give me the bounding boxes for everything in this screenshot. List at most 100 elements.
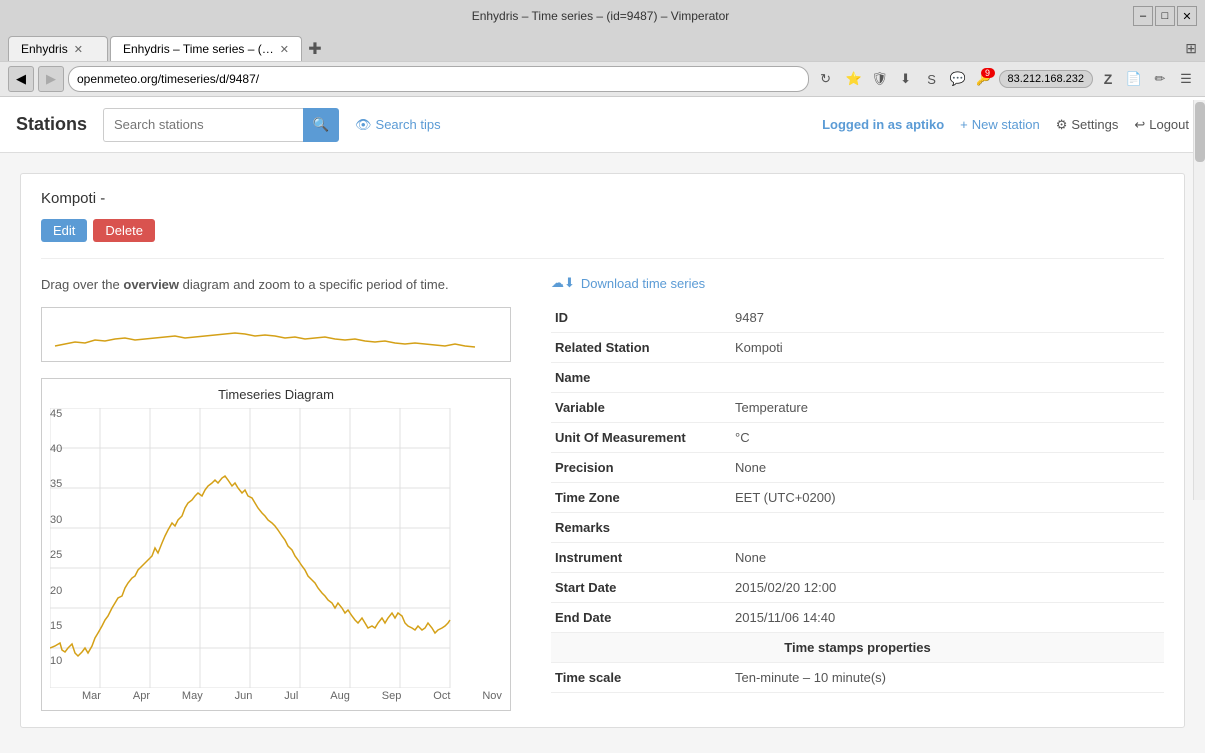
label-variable: Variable [551, 393, 731, 423]
extension-icon[interactable]: ✏ [1149, 68, 1171, 90]
new-tab-button[interactable]: ✚ [304, 38, 326, 60]
delete-button[interactable]: Delete [93, 219, 155, 242]
label-time-scale: Time scale [551, 663, 731, 693]
y-axis-labels: 45 40 35 30 25 20 15 10 [50, 408, 78, 668]
skype-icon[interactable]: S [921, 68, 943, 90]
address-bar: ◀ ▶ ↻ ⭐ 🛡 ⬇ S 💬 🔑 9 83.212.168.232 Z 📄 ✏… [0, 61, 1205, 96]
drag-hint-suffix: diagram and zoom to a specific period of… [179, 277, 449, 292]
table-row: Instrument None [551, 543, 1164, 573]
tab-bar: Enhydris ✕ Enhydris – Time series – (… ✕… [0, 32, 1205, 61]
x-label-apr: Apr [133, 690, 150, 702]
scrollbar[interactable] [1193, 100, 1205, 500]
app-title: Stations [16, 114, 87, 135]
minimize-button[interactable]: – [1133, 6, 1153, 26]
overview-chart[interactable] [41, 307, 511, 362]
value-instrument: None [731, 543, 1164, 573]
new-station-label: New station [972, 117, 1040, 132]
tab-timeseries[interactable]: Enhydris – Time series – (… ✕ [110, 36, 302, 61]
back-button[interactable]: ◀ [8, 66, 34, 92]
section-header-row: Time stamps properties [551, 633, 1164, 663]
x-label-mar: Mar [82, 690, 101, 702]
browser-toolbar: ⭐ 🛡 ⬇ S 💬 🔑 9 83.212.168.232 Z 📄 ✏ ☰ [843, 68, 1197, 90]
x-label-sep: Sep [382, 690, 402, 702]
title-bar: Enhydris – Time series – (id=9487) – Vim… [0, 0, 1205, 32]
grid-icon[interactable]: ⊞ [1185, 40, 1197, 57]
download-icon[interactable]: ⬇ [895, 68, 917, 90]
settings-label: Settings [1071, 117, 1118, 132]
search-tips-link[interactable]: 👁 Search tips [355, 117, 441, 133]
y-label-45: 45 [50, 408, 78, 420]
station-title: Kompoti - [41, 190, 1164, 207]
reload-button[interactable]: ↻ [813, 66, 839, 92]
chat-icon[interactable]: 💬 [947, 68, 969, 90]
gear-icon: ⚙ [1056, 117, 1068, 133]
x-label-may: May [182, 690, 203, 702]
zotero-icon[interactable]: Z [1097, 68, 1119, 90]
vpn-icon[interactable]: 🔑 9 [973, 68, 995, 90]
logged-in-text: Logged in as aptiko [822, 117, 944, 132]
x-label-nov: Nov [482, 690, 502, 702]
shield-icon[interactable]: 🛡 [869, 68, 891, 90]
tab-enhydris-label: Enhydris [21, 42, 68, 56]
x-axis-labels: Mar Apr May Jun Jul Aug Sep Oct Nov [50, 690, 502, 702]
header-right: Logged in as aptiko + New station ⚙ Sett… [822, 117, 1189, 133]
table-row: Remarks [551, 513, 1164, 543]
y-label-30: 30 [50, 514, 78, 526]
tab-enhydris[interactable]: Enhydris ✕ [8, 36, 108, 61]
label-remarks: Remarks [551, 513, 731, 543]
tab-timeseries-close[interactable]: ✕ [280, 43, 289, 56]
value-start-date: 2015/02/20 12:00 [731, 573, 1164, 603]
label-start-date: Start Date [551, 573, 731, 603]
username: aptiko [906, 117, 944, 132]
tab-enhydris-close[interactable]: ✕ [74, 43, 83, 56]
table-row: End Date 2015/11/06 14:40 [551, 603, 1164, 633]
settings-button[interactable]: ⚙ Settings [1056, 117, 1119, 133]
value-remarks [731, 513, 1164, 543]
divider [41, 258, 1164, 259]
new-station-button[interactable]: + New station [960, 117, 1040, 132]
overview-svg [50, 316, 480, 358]
value-related-station[interactable]: Kompoti [731, 333, 1164, 363]
value-timezone: EET (UTC+0200) [731, 483, 1164, 513]
search-input[interactable] [103, 108, 303, 142]
download-link[interactable]: ☁⬇ Download time series [551, 275, 1164, 291]
drag-hint-bold: overview [123, 277, 179, 292]
value-id: 9487 [731, 303, 1164, 333]
maximize-button[interactable]: □ [1155, 6, 1175, 26]
table-row: Precision None [551, 453, 1164, 483]
search-button[interactable]: 🔍 [303, 108, 339, 142]
y-label-10: 10 [50, 655, 78, 667]
chart-title: Timeseries Diagram [50, 387, 502, 402]
label-related-station: Related Station [551, 333, 731, 363]
label-id: ID [551, 303, 731, 333]
table-row: Name [551, 363, 1164, 393]
window-controls[interactable]: – □ ✕ [1133, 6, 1197, 26]
x-label-jul: Jul [284, 690, 298, 702]
y-label-15: 15 [50, 620, 78, 632]
value-name [731, 363, 1164, 393]
value-time-scale: Ten-minute – 10 minute(s) [731, 663, 1164, 693]
table-row: Related Station Kompoti [551, 333, 1164, 363]
app-header: Stations 🔍 👁 Search tips Logged in as ap… [0, 97, 1205, 153]
value-end-date: 2015/11/06 14:40 [731, 603, 1164, 633]
chart-area: 45 40 35 30 25 20 15 10 [50, 408, 502, 688]
forward-button[interactable]: ▶ [38, 66, 64, 92]
ip-address[interactable]: 83.212.168.232 [999, 70, 1093, 88]
edit-button[interactable]: Edit [41, 219, 87, 242]
label-end-date: End Date [551, 603, 731, 633]
url-input[interactable] [68, 66, 809, 92]
label-timezone: Time Zone [551, 483, 731, 513]
logout-button[interactable]: ↩ Logout [1134, 117, 1189, 133]
menu-icon[interactable]: ☰ [1175, 68, 1197, 90]
close-button[interactable]: ✕ [1177, 6, 1197, 26]
window-title: Enhydris – Time series – (id=9487) – Vim… [68, 9, 1133, 23]
reader-icon[interactable]: 📄 [1123, 68, 1145, 90]
x-label-oct: Oct [433, 690, 450, 702]
bookmark-icon[interactable]: ⭐ [843, 68, 865, 90]
scrollbar-thumb[interactable] [1195, 102, 1205, 162]
y-label-40: 40 [50, 443, 78, 455]
x-label-aug: Aug [330, 690, 350, 702]
content-card: Kompoti - Edit Delete Drag over the over… [20, 173, 1185, 728]
left-panel: Drag over the overview diagram and zoom … [41, 275, 511, 711]
action-buttons: Edit Delete [41, 219, 1164, 242]
